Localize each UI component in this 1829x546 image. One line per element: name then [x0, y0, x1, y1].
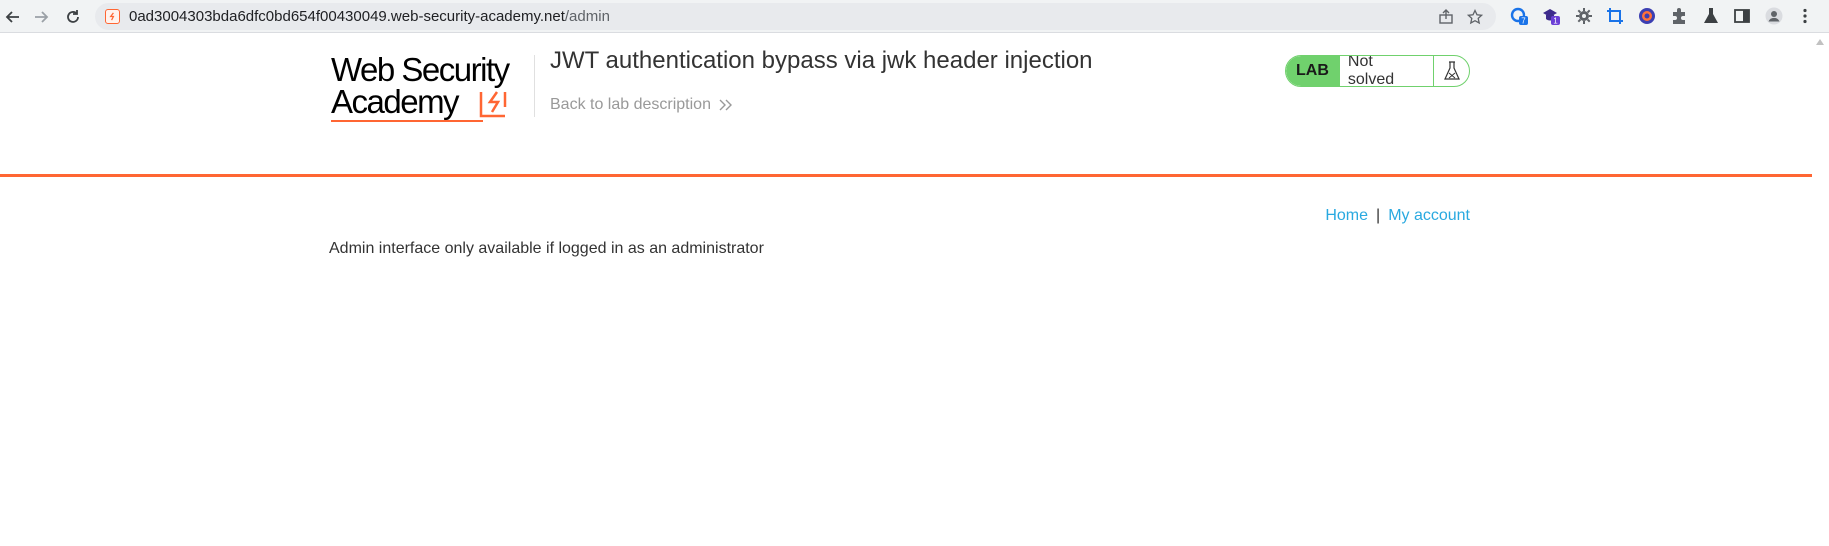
forward-arrow-icon[interactable] [28, 4, 54, 30]
firefox-relay-icon[interactable] [1636, 5, 1658, 27]
lab-status-text: Not solved [1338, 56, 1433, 86]
top-nav-links: Home | My account [1320, 207, 1470, 225]
header-divider [534, 55, 535, 117]
url-text[interactable]: 0ad3004303bda6dfc0bd654f00430049.web-sec… [129, 8, 610, 25]
back-arrow-icon[interactable] [0, 4, 26, 30]
more-menu-icon[interactable] [1794, 5, 1816, 27]
page-scrollbar[interactable] [1812, 33, 1829, 546]
extension-2-icon[interactable]: 1 [1540, 5, 1562, 27]
lab-badge: LAB [1286, 56, 1339, 86]
admin-access-message: Admin interface only available if logged… [329, 240, 764, 257]
settings-gear-icon[interactable] [1573, 5, 1595, 27]
flask-lab-icon[interactable] [1700, 5, 1722, 27]
extension-1-badge: 7 [1521, 17, 1526, 26]
bookmark-star-icon[interactable] [1465, 7, 1485, 27]
browser-toolbar: 0ad3004303bda6dfc0bd654f00430049.web-sec… [0, 0, 1829, 33]
url-path: /admin [564, 8, 610, 25]
logo-text-line2: Academy [331, 83, 460, 120]
share-icon[interactable] [1436, 7, 1456, 27]
lab-title: JWT authentication bypass via jwk header… [550, 47, 1093, 74]
reload-icon[interactable] [60, 4, 86, 30]
home-link[interactable]: Home [1325, 207, 1368, 224]
profile-avatar-icon[interactable] [1763, 5, 1785, 27]
back-to-lab-description-link[interactable]: Back to lab description [550, 96, 733, 114]
academy-logo[interactable]: Web Security Academy [331, 52, 536, 128]
back-link-label: Back to lab description [550, 96, 711, 113]
lab-status-widget: LAB Not solved [1285, 55, 1470, 87]
extension-1-icon[interactable]: 7 [1508, 5, 1530, 27]
extensions-puzzle-icon[interactable] [1668, 5, 1690, 27]
logo-lightning-icon [479, 88, 511, 118]
url-host: 0ad3004303bda6dfc0bd654f00430049.web-sec… [129, 8, 565, 25]
double-chevron-right-icon [719, 99, 732, 111]
address-bar[interactable]: 0ad3004303bda6dfc0bd654f00430049.web-sec… [95, 3, 1496, 30]
extension-2-badge: 1 [1553, 17, 1558, 26]
logo-underline [331, 120, 483, 122]
flask-icon [1433, 56, 1469, 86]
header-orange-rule [0, 174, 1812, 177]
my-account-link[interactable]: My account [1388, 207, 1470, 224]
crop-icon[interactable] [1604, 5, 1626, 27]
site-favicon-icon [105, 9, 120, 24]
scroll-up-arrow-icon[interactable] [1816, 39, 1824, 45]
side-panel-icon[interactable] [1731, 5, 1753, 27]
nav-separator: | [1376, 207, 1381, 224]
